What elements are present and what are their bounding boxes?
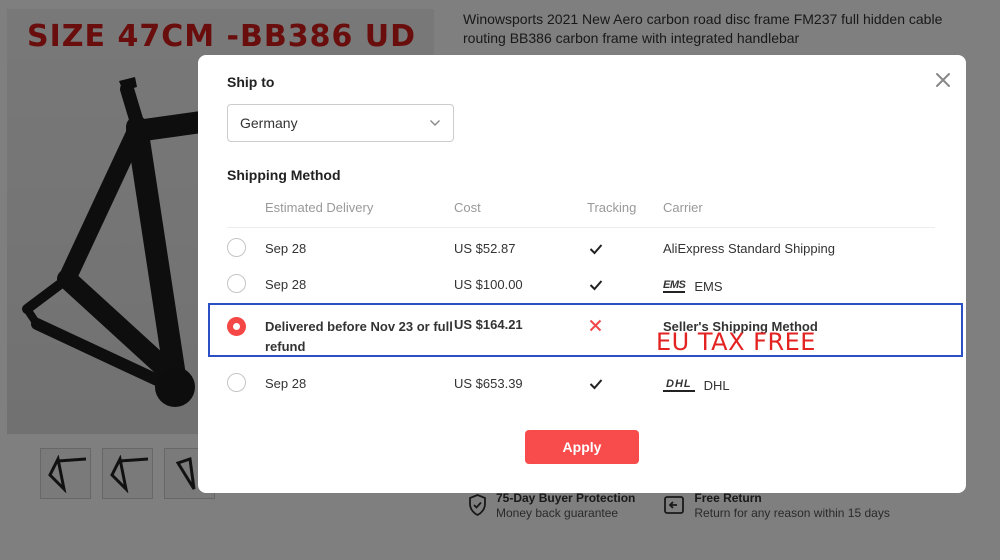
carrier-cell: EMS EMS <box>663 279 723 294</box>
dhl-logo-icon: DHL <box>663 379 695 392</box>
shipping-table-header: Estimated Delivery Cost Tracking Carrier <box>227 195 935 228</box>
header-carrier: Carrier <box>663 200 703 215</box>
delivery-estimate: Delivered before Nov 23 or full refund <box>265 319 453 354</box>
ship-to-label: Ship to <box>227 74 275 90</box>
shipping-cost: US $52.87 <box>454 241 516 256</box>
check-icon <box>589 244 603 255</box>
carrier-cell: DHL DHL <box>663 378 730 393</box>
carrier-name: DHL <box>703 378 730 393</box>
shipping-option-row[interactable]: Sep 28 US $52.87 AliExpress Standard Shi… <box>227 235 935 271</box>
carrier-name: AliExpress Standard Shipping <box>663 241 835 256</box>
country-value: Germany <box>240 115 298 131</box>
cross-icon <box>589 319 602 332</box>
header-tracking: Tracking <box>587 200 637 215</box>
header-cost: Cost <box>454 200 481 215</box>
shipping-modal: Ship to Germany Shipping Method Estimate… <box>198 55 966 493</box>
radio-button[interactable] <box>227 274 246 293</box>
shipping-option-row[interactable]: Sep 28 US $100.00 EMS EMS <box>227 271 935 307</box>
shipping-method-label: Shipping Method <box>227 167 341 183</box>
radio-button[interactable] <box>227 373 246 392</box>
radio-button[interactable] <box>227 238 246 257</box>
delivery-estimate: Sep 28 <box>265 376 307 391</box>
check-icon <box>589 379 603 390</box>
shipping-option-row[interactable]: Sep 28 US $653.39 DHL DHL <box>227 370 935 406</box>
apply-button[interactable]: Apply <box>525 430 639 464</box>
ems-logo-icon: EMS <box>663 279 686 293</box>
delivery-estimate: Sep 28 <box>265 277 307 292</box>
carrier-name: EMS <box>694 279 723 294</box>
chevron-down-icon <box>430 120 440 126</box>
close-icon[interactable] <box>933 70 953 90</box>
shipping-cost: US $653.39 <box>454 376 523 391</box>
country-select[interactable]: Germany <box>227 104 454 142</box>
shipping-cost: US $100.00 <box>454 277 523 292</box>
shipping-option-row-selected[interactable]: Delivered before Nov 23 or full refund U… <box>227 313 935 357</box>
eu-tax-free-annotation: EU TAX FREE <box>656 328 816 356</box>
shipping-cost: US $164.21 <box>454 317 523 332</box>
header-estimated-delivery: Estimated Delivery <box>265 200 374 215</box>
radio-button-checked[interactable] <box>227 317 246 336</box>
check-icon <box>589 280 603 291</box>
delivery-estimate: Sep 28 <box>265 241 307 256</box>
